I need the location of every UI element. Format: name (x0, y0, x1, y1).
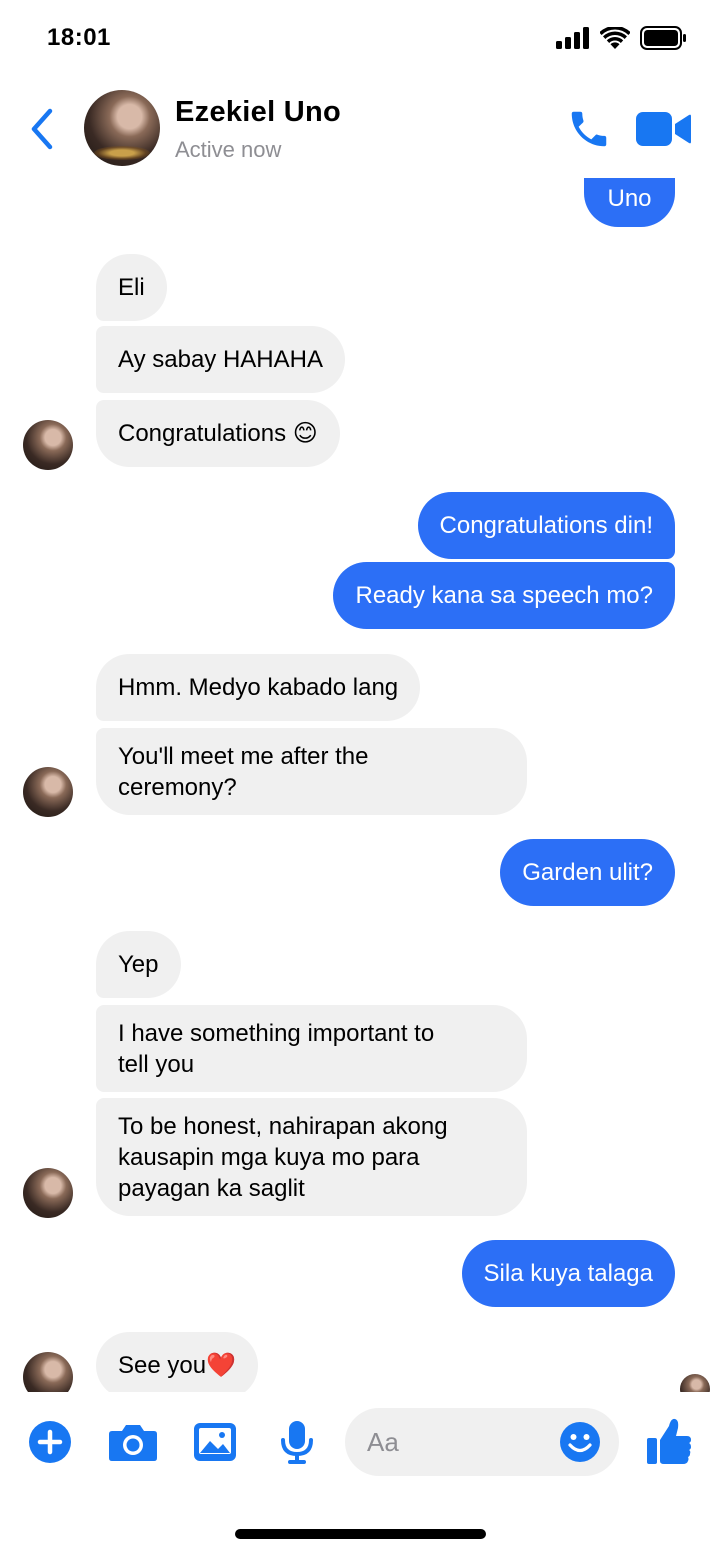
thumbs-up-icon (647, 1418, 691, 1464)
photo-icon (194, 1423, 236, 1461)
message-bubble-sent[interactable]: Uno (584, 178, 675, 227)
home-indicator[interactable] (235, 1529, 486, 1539)
battery-icon (640, 26, 686, 50)
message-bubble-received[interactable]: You'll meet me after the ceremony? (96, 728, 527, 815)
contact-avatar-small[interactable] (23, 1168, 73, 1218)
contact-avatar-small[interactable] (23, 420, 73, 470)
message-composer (0, 1392, 720, 1492)
message-input-container[interactable] (345, 1408, 619, 1476)
contact-avatar-small[interactable] (23, 1352, 73, 1392)
message-bubble-received[interactable]: To be honest, nahirapan akong kausapin m… (96, 1098, 527, 1216)
status-icons (556, 26, 686, 50)
video-camera-icon (636, 112, 691, 146)
status-time: 18:01 (47, 24, 111, 51)
message-bubble-received[interactable]: Ay sabay HAHAHA (96, 326, 345, 393)
plus-circle-icon (29, 1421, 71, 1463)
chevron-left-icon (31, 108, 53, 150)
message-bubble-sent[interactable]: Garden ulit? (500, 839, 675, 906)
audio-call-button[interactable] (566, 106, 612, 152)
contact-status: Active now (175, 137, 282, 162)
wifi-icon (600, 27, 630, 49)
back-button[interactable] (22, 102, 62, 156)
message-bubble-sent[interactable]: Ready kana sa speech mo? (333, 562, 675, 629)
message-bubble-received[interactable]: Hmm. Medyo kabado lang (96, 654, 421, 721)
more-actions-button[interactable] (28, 1420, 72, 1464)
camera-icon (109, 1425, 157, 1461)
contact-avatar[interactable] (84, 90, 160, 166)
video-call-button[interactable] (636, 110, 692, 148)
like-button[interactable] (646, 1416, 692, 1466)
message-thread[interactable]: Uno Eli Ay sabay HAHAHA Congratulations … (0, 178, 720, 1392)
message-bubble-received[interactable]: Eli (96, 254, 167, 321)
phone-icon (571, 111, 607, 147)
cellular-signal-icon (556, 27, 589, 49)
contact-name[interactable]: Ezekiel Uno (175, 96, 341, 129)
voice-message-button[interactable] (280, 1420, 314, 1464)
message-bubble-received[interactable]: See you❤️ (96, 1332, 258, 1392)
message-bubble-received[interactable]: I have something important to tell you (96, 1005, 527, 1092)
message-bubble-received[interactable]: Yep (96, 931, 181, 998)
conversation-header: Ezekiel Uno Active now (0, 80, 720, 178)
status-bar: 18:01 (0, 0, 720, 80)
emoji-button[interactable] (559, 1421, 601, 1463)
gallery-button[interactable] (193, 1420, 237, 1464)
message-input[interactable] (367, 1408, 547, 1476)
message-bubble-received[interactable]: Congratulations 😊 (96, 400, 340, 467)
camera-button[interactable] (108, 1420, 158, 1464)
read-receipt-avatar (680, 1374, 710, 1392)
contact-avatar-small[interactable] (23, 767, 73, 817)
message-bubble-sent[interactable]: Sila kuya talaga (461, 1240, 675, 1307)
message-bubble-sent[interactable]: Congratulations din! (417, 492, 675, 559)
microphone-icon (281, 1421, 313, 1464)
emoji-icon (560, 1422, 600, 1462)
